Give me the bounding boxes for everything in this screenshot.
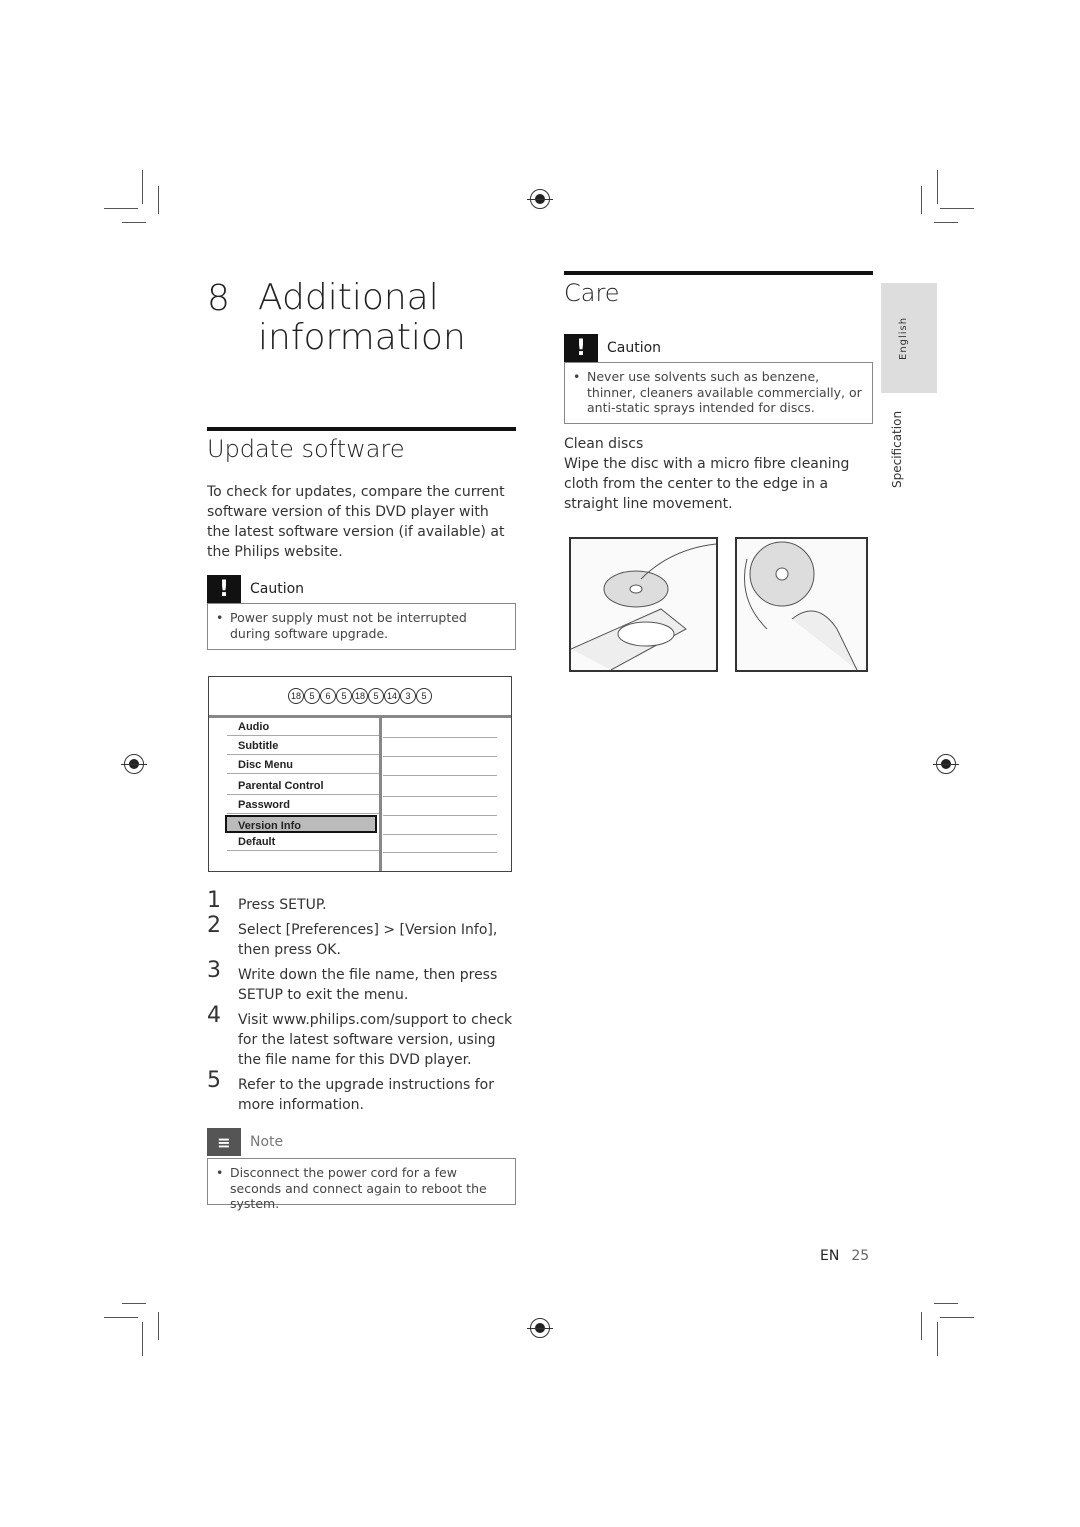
caution-header: ! Caution <box>207 575 304 603</box>
update-intro: To check for updates, compare the curren… <box>207 484 505 560</box>
language-tab-label: English <box>898 316 909 360</box>
registration-mark-icon <box>121 754 147 774</box>
caution-text: Power supply must not be interrupted dur… <box>230 610 467 641</box>
title-line: Additional <box>258 277 439 318</box>
page: 8 Additional information Update software … <box>0 0 1080 1527</box>
exclamation-icon: ! <box>564 334 598 362</box>
step-number: 4 <box>207 1003 221 1028</box>
chapter-title: Additional information <box>258 278 466 358</box>
caution-text: Never use solvents such as benzene, thin… <box>587 369 862 415</box>
menu-item[interactable]: Disc Menu <box>227 756 379 774</box>
menu-item[interactable]: Subtitle <box>227 737 379 755</box>
menu-header-symbol: 3 <box>400 688 416 704</box>
caution-box: • Power supply must not be interrupted du… <box>207 603 516 650</box>
registration-mark-icon <box>527 1318 553 1338</box>
step-number: 2 <box>207 913 221 938</box>
caution-header: ! Caution <box>564 334 661 362</box>
care-heading: Care <box>564 279 620 307</box>
clean-discs-text: Wipe the disc with a micro fibre cleanin… <box>564 456 850 512</box>
menu-header-symbol: 5 <box>304 688 320 704</box>
note-text: Disconnect the power cord for a few seco… <box>230 1165 487 1211</box>
language-code: EN <box>820 1248 840 1264</box>
step-text: Refer to the upgrade instructions for mo… <box>238 1077 495 1113</box>
step-text: Visit www.philips.com/support to check f… <box>238 1012 513 1068</box>
menu-header-symbol: 14 <box>384 688 400 704</box>
menu-header: 18 5 6 5 18 5 14 3 5 <box>209 677 511 718</box>
note-header: ≡ Note <box>207 1128 283 1156</box>
step-text: Press SETUP. <box>238 897 327 913</box>
menu-header-symbol: 5 <box>368 688 384 704</box>
menu-item[interactable]: Audio <box>227 718 379 736</box>
menu-item[interactable]: Default <box>227 833 379 851</box>
menu-header-symbol: 5 <box>336 688 352 704</box>
step: 1 Press SETUP. <box>207 890 518 915</box>
note-icon: ≡ <box>207 1128 241 1156</box>
section-tab-label: Specification <box>890 410 904 488</box>
note-label: Note <box>250 1134 284 1150</box>
update-heading: Update software <box>207 435 405 463</box>
step-number: 3 <box>207 958 221 983</box>
caution-label: Caution <box>607 340 662 356</box>
page-footer: EN 25 <box>820 1248 869 1264</box>
note-box: • Disconnect the power cord for a few sec… <box>207 1158 516 1211</box>
registration-mark-icon <box>933 754 959 774</box>
language-tab <box>881 283 937 393</box>
step: 5 Refer to the upgrade instructions for m… <box>207 1070 518 1115</box>
menu-header-symbol: 6 <box>320 688 336 704</box>
step-text: Select [Preferences] > [Version Info], t… <box>238 922 498 958</box>
step: 4 Visit www.philips.com/support to check … <box>207 1005 518 1070</box>
menu-header-symbol: 18 <box>352 688 368 704</box>
caution-label: Caution <box>250 581 305 597</box>
page-number: 25 <box>851 1248 870 1264</box>
step-text: Write down the file name, then press SET… <box>238 967 498 1003</box>
step: 3 Write down the file name, then press SE… <box>207 960 518 1005</box>
step: 2 Select [Preferences] > [Version Info], … <box>207 915 518 960</box>
step-number: 5 <box>207 1068 221 1093</box>
caution-box: • Never use solvents such as benzene, thi… <box>564 362 873 424</box>
menu-item[interactable]: Parental Control <box>227 777 379 795</box>
title-line: information <box>258 317 466 358</box>
clean-discs-subheading: Clean discs <box>564 436 644 452</box>
menu-item[interactable]: Password <box>227 796 379 814</box>
step-number: 1 <box>207 888 221 913</box>
disc-handling-illustration <box>569 537 718 672</box>
setup-menu: 18 5 6 5 18 5 14 3 5 Audio Subtitle Disc Menu Paren… <box>208 676 512 872</box>
exclamation-icon: ! <box>207 575 241 603</box>
menu-header-symbol: 5 <box>416 688 432 704</box>
chapter-number: 8 <box>207 278 230 319</box>
registration-mark-icon <box>527 189 553 209</box>
disc-cleaning-illustration <box>735 537 868 672</box>
menu-item[interactable]: Version Info <box>225 815 377 833</box>
menu-header-symbol: 18 <box>288 688 304 704</box>
